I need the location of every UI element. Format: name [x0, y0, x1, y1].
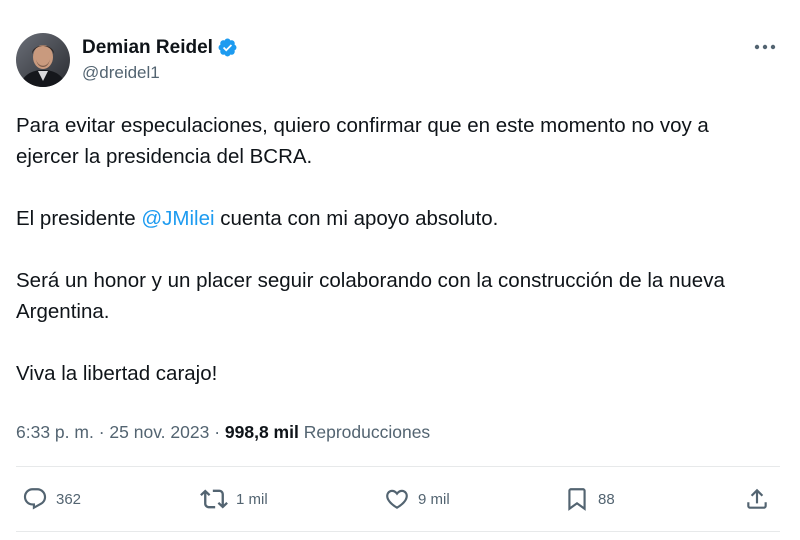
tweet-paragraph: Viva la libertad carajo!: [16, 362, 218, 385]
views-label: Reproducciones: [303, 422, 431, 442]
heart-icon: [386, 489, 408, 509]
divider: [16, 531, 780, 532]
user-handle[interactable]: @dreidel1: [82, 62, 238, 84]
mention-link[interactable]: @JMilei: [141, 207, 214, 230]
tweet-date[interactable]: 25 nov. 2023: [109, 422, 209, 442]
bookmark-button[interactable]: 88: [564, 482, 615, 516]
meta-separator: ·: [214, 422, 221, 442]
views-count: 998,8 mil: [224, 422, 299, 442]
more-options-icon[interactable]: [748, 34, 782, 60]
like-count: 9 mil: [418, 490, 450, 508]
tweet-paragraph: Será un honor y un placer seguir colabor…: [16, 269, 725, 323]
avatar[interactable]: [16, 33, 70, 87]
tweet-meta: 6:33 p. m. · 25 nov. 2023 · 998,8 mil Re…: [16, 419, 430, 445]
text-segment: El presidente: [16, 207, 142, 230]
tweet-time[interactable]: 6:33 p. m.: [16, 422, 94, 442]
tweet-text: Para evitar especulaciones, quiero confi…: [16, 110, 776, 389]
name-row: Demian Reidel: [82, 37, 238, 59]
tweet-paragraph: Para evitar especulaciones, quiero confi…: [16, 114, 709, 168]
retweet-icon: [200, 489, 228, 509]
bookmark-count: 88: [598, 490, 615, 508]
verified-badge-icon[interactable]: [217, 37, 238, 58]
retweet-button[interactable]: 1 mil: [200, 482, 268, 516]
share-icon: [747, 488, 767, 509]
action-bar: 362 1 mil 9 mil 88: [0, 482, 800, 516]
like-button[interactable]: 9 mil: [384, 482, 450, 516]
reply-count: 362: [56, 490, 82, 508]
text-segment: cuenta con mi apoyo absoluto.: [214, 207, 499, 230]
retweet-count: 1 mil: [236, 490, 268, 508]
tweet-header: Demian Reidel @dreidel1: [16, 32, 238, 88]
user-info: Demian Reidel @dreidel1: [82, 37, 238, 84]
avatar-photo: [16, 33, 70, 87]
display-name[interactable]: Demian Reidel: [82, 37, 213, 59]
tweet-card: Demian Reidel @dreidel1 Para evitar espe…: [0, 0, 800, 540]
reply-icon: [23, 488, 47, 510]
meta-separator: ·: [98, 422, 105, 442]
divider: [16, 466, 780, 467]
bookmark-icon: [568, 488, 586, 511]
tweet-paragraph: El presidente @JMilei cuenta con mi apoy…: [16, 203, 776, 234]
reply-button[interactable]: 362: [22, 482, 81, 516]
share-button[interactable]: [744, 482, 770, 516]
